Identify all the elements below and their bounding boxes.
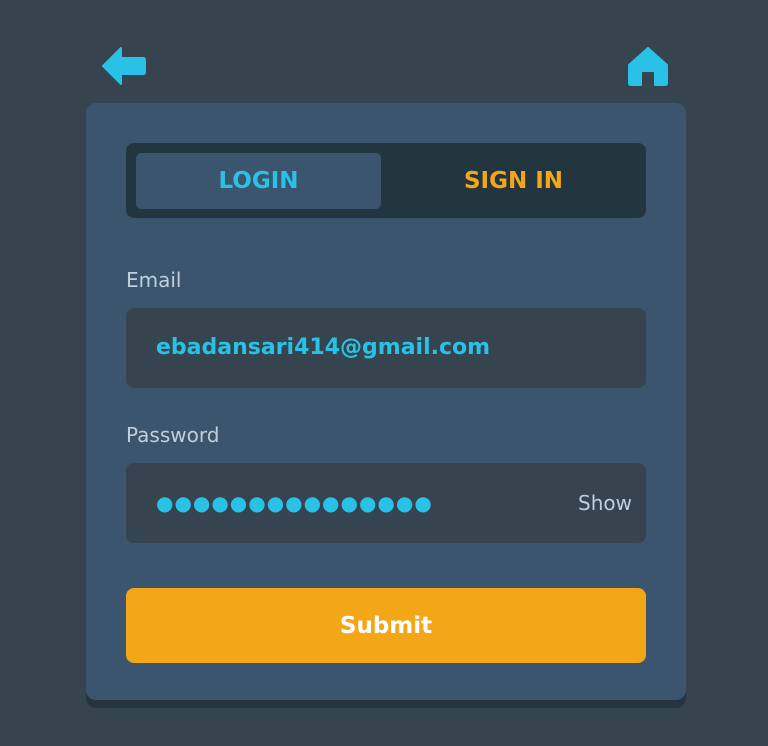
email-value: ebadansari414@gmail.com — [156, 335, 491, 360]
tab-sign-in[interactable]: SIGN IN — [391, 153, 636, 209]
submit-button[interactable]: Submit — [126, 588, 646, 663]
password-label: Password — [126, 423, 220, 447]
home-icon — [628, 47, 668, 86]
email-label: Email — [126, 268, 182, 292]
password-value: ●●●●●●●●●●●●●●● — [156, 491, 433, 515]
login-card: LOGIN SIGN IN Email ebadansari414@gmail.… — [86, 103, 686, 700]
tab-login[interactable]: LOGIN — [136, 153, 381, 209]
home-button[interactable] — [626, 45, 670, 87]
back-button[interactable] — [100, 44, 148, 88]
arrow-left-icon — [102, 47, 146, 85]
email-field[interactable]: ebadansari414@gmail.com — [126, 308, 646, 388]
auth-tabs: LOGIN SIGN IN — [126, 143, 646, 218]
show-password-toggle[interactable]: Show — [578, 463, 632, 543]
password-field[interactable]: ●●●●●●●●●●●●●●● Show — [126, 463, 646, 543]
